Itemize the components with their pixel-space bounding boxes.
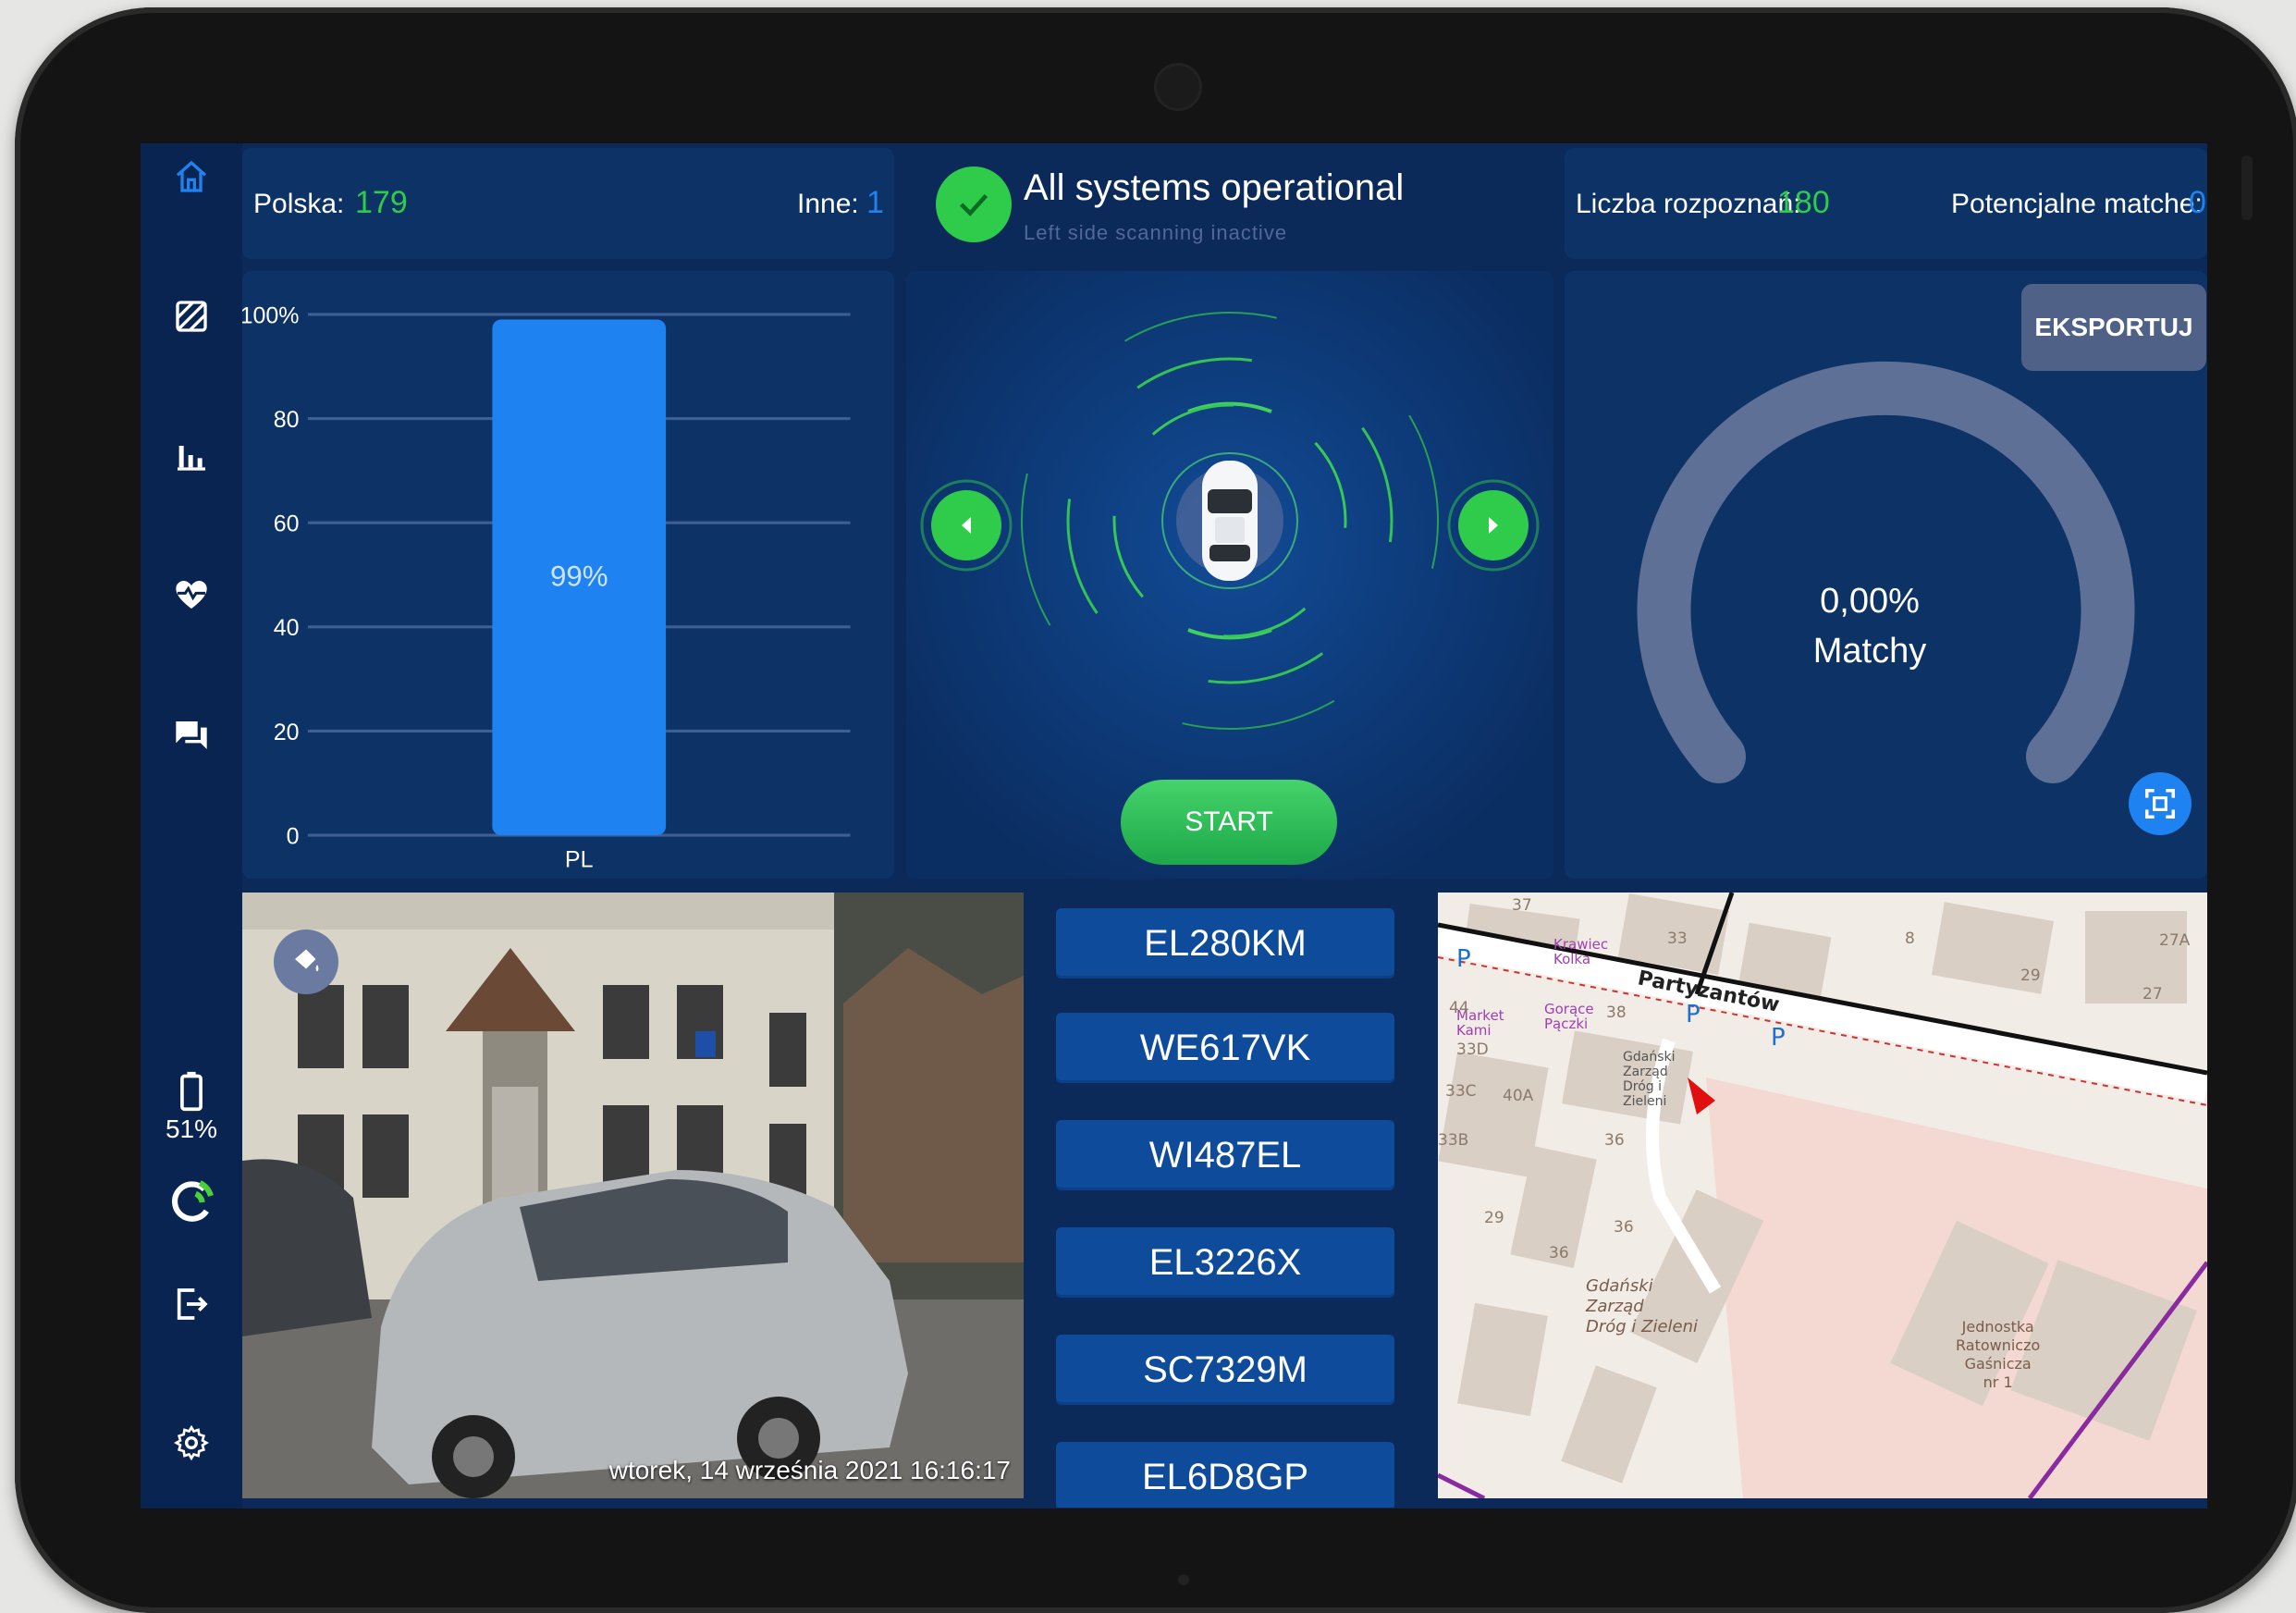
map-number: 29 [2020,967,2041,985]
snapshot-timestamp: wtorek, 14 września 2021 16:16:17 [608,1456,1011,1484]
map-number: 33C [1445,1082,1477,1101]
sync-icon[interactable] [164,1175,219,1230]
export-button[interactable]: EKSPORTUJ [2021,284,2206,371]
potencjalne-value: 0 [2189,185,2206,220]
app-screen: 51% Polska: 179 Inne: 1 All systems oper… [141,143,2207,1508]
map-number: 44 [1449,999,1469,1017]
y-tick-label: 20 [274,720,300,745]
x-tick-label: PL [565,846,594,872]
gauge-track [1637,361,2135,783]
map-number: 27A [2159,931,2191,950]
street-photo [242,893,1024,1498]
y-tick-label: 40 [274,615,300,641]
plate-item[interactable]: WI487EL [1056,1120,1394,1190]
gauge-value: 0,00% [1820,582,1920,621]
plate-item[interactable]: EL6D8GP [1056,1442,1394,1508]
map-label-jednostka: Jednostka Ratowniczo Gaśnicza nr 1 [1956,1318,2041,1391]
country-count-card: Polska: 179 Inne: 1 [242,148,894,259]
map-label-gorace: Gorące Pączki [1544,1001,1594,1032]
polska-label: Polska: [253,189,345,219]
chat-icon[interactable] [164,708,219,763]
status-title: All systems operational [1024,167,1405,208]
liczba-label: Liczba rozpoznań: [1576,189,1801,219]
bar-chart-icon[interactable] [164,427,219,483]
right-arrow-button[interactable] [1447,479,1540,572]
side-button [2241,155,2253,220]
car-icon [1202,461,1258,581]
home-icon[interactable] [164,149,219,204]
map-number: 37 [1512,896,1532,915]
settings-icon[interactable] [164,1415,219,1471]
location-map[interactable]: P P P Partyzantów Gdański Zarząd Dróg i Zie… [1438,893,2207,1498]
crosshatch-icon[interactable] [164,289,219,344]
plate-item[interactable]: EL280KM [1056,908,1394,979]
map-label-gzdz-small: Gdański Zarząd Dróg i Zieleni [1623,1050,1676,1109]
heart-pulse-icon[interactable] [164,567,219,622]
status-subtitle: Left side scanning inactive [1024,221,1288,244]
gauge-label: Matchy [1812,632,1927,671]
svg-text:P: P [1456,945,1471,973]
battery-icon [164,1064,219,1119]
sidebar: 51% [141,143,242,1508]
polska-value: 179 [355,185,408,220]
check-icon [936,166,1012,242]
paint-bucket-icon [295,949,319,972]
inne-label: Inne: [797,189,859,219]
front-camera [1154,63,1202,111]
map-number: 36 [1549,1244,1569,1262]
plate-list: EL280KM WE617VK WI487EL EL3226X SC7329M … [1056,893,1426,1508]
map-label-gzdz: Gdański Zarząd Dróg i Zieleni [1586,1276,1699,1336]
plate-item[interactable]: WE617VK [1056,1013,1394,1083]
map-number: 29 [1484,1209,1504,1227]
battery-percent: 51% [165,1114,218,1143]
svg-text:P: P [1686,1001,1701,1028]
map-number: 36 [1614,1218,1634,1237]
y-tick-label: 0 [287,823,300,849]
recognition-count-card: Liczba rozpoznań: 180 Potencjalne matche… [1565,148,2207,259]
map-number: 36 [1604,1131,1625,1150]
start-button[interactable]: START [1121,780,1337,865]
map-number: 33D [1456,1040,1489,1059]
map-label-krawiec: Krawiec Kolka [1553,936,1609,967]
logout-icon[interactable] [164,1276,219,1332]
home-sensor [1178,1574,1189,1585]
map-number: 38 [1606,1004,1627,1022]
y-tick-label: 60 [274,511,300,537]
snapshot-action-button[interactable] [274,930,338,994]
y-tick-label: 100% [242,302,300,328]
bar-value-label: 99% [550,560,608,593]
camera-snapshot: wtorek, 14 września 2021 16:16:17 [242,893,1024,1498]
fit-screen-icon [2145,789,2175,819]
plate-item[interactable]: EL3226X [1056,1227,1394,1298]
country-chart-card: 100% 80 60 40 20 0 99% PL [240,271,894,879]
bar-chart: 100% 80 60 40 20 0 99% PL [240,302,851,872]
map-number: 33B [1438,1131,1469,1150]
y-tick-label: 80 [274,407,300,433]
map-number: 8 [1905,930,1915,948]
map-number: 27 [2143,985,2163,1004]
potencjalne-label: Potencjalne matche: [1951,189,2203,219]
liczba-value: 180 [1777,185,1830,220]
inne-value: 1 [866,185,884,220]
fit-screen-button[interactable] [2129,772,2192,835]
map-number: 33 [1667,930,1688,948]
svg-text:P: P [1771,1024,1786,1052]
map-number: 40A [1503,1087,1534,1105]
map-canvas: P P P [1438,893,2207,1498]
left-arrow-button[interactable] [920,479,1013,572]
plate-item[interactable]: SC7329M [1056,1335,1394,1405]
